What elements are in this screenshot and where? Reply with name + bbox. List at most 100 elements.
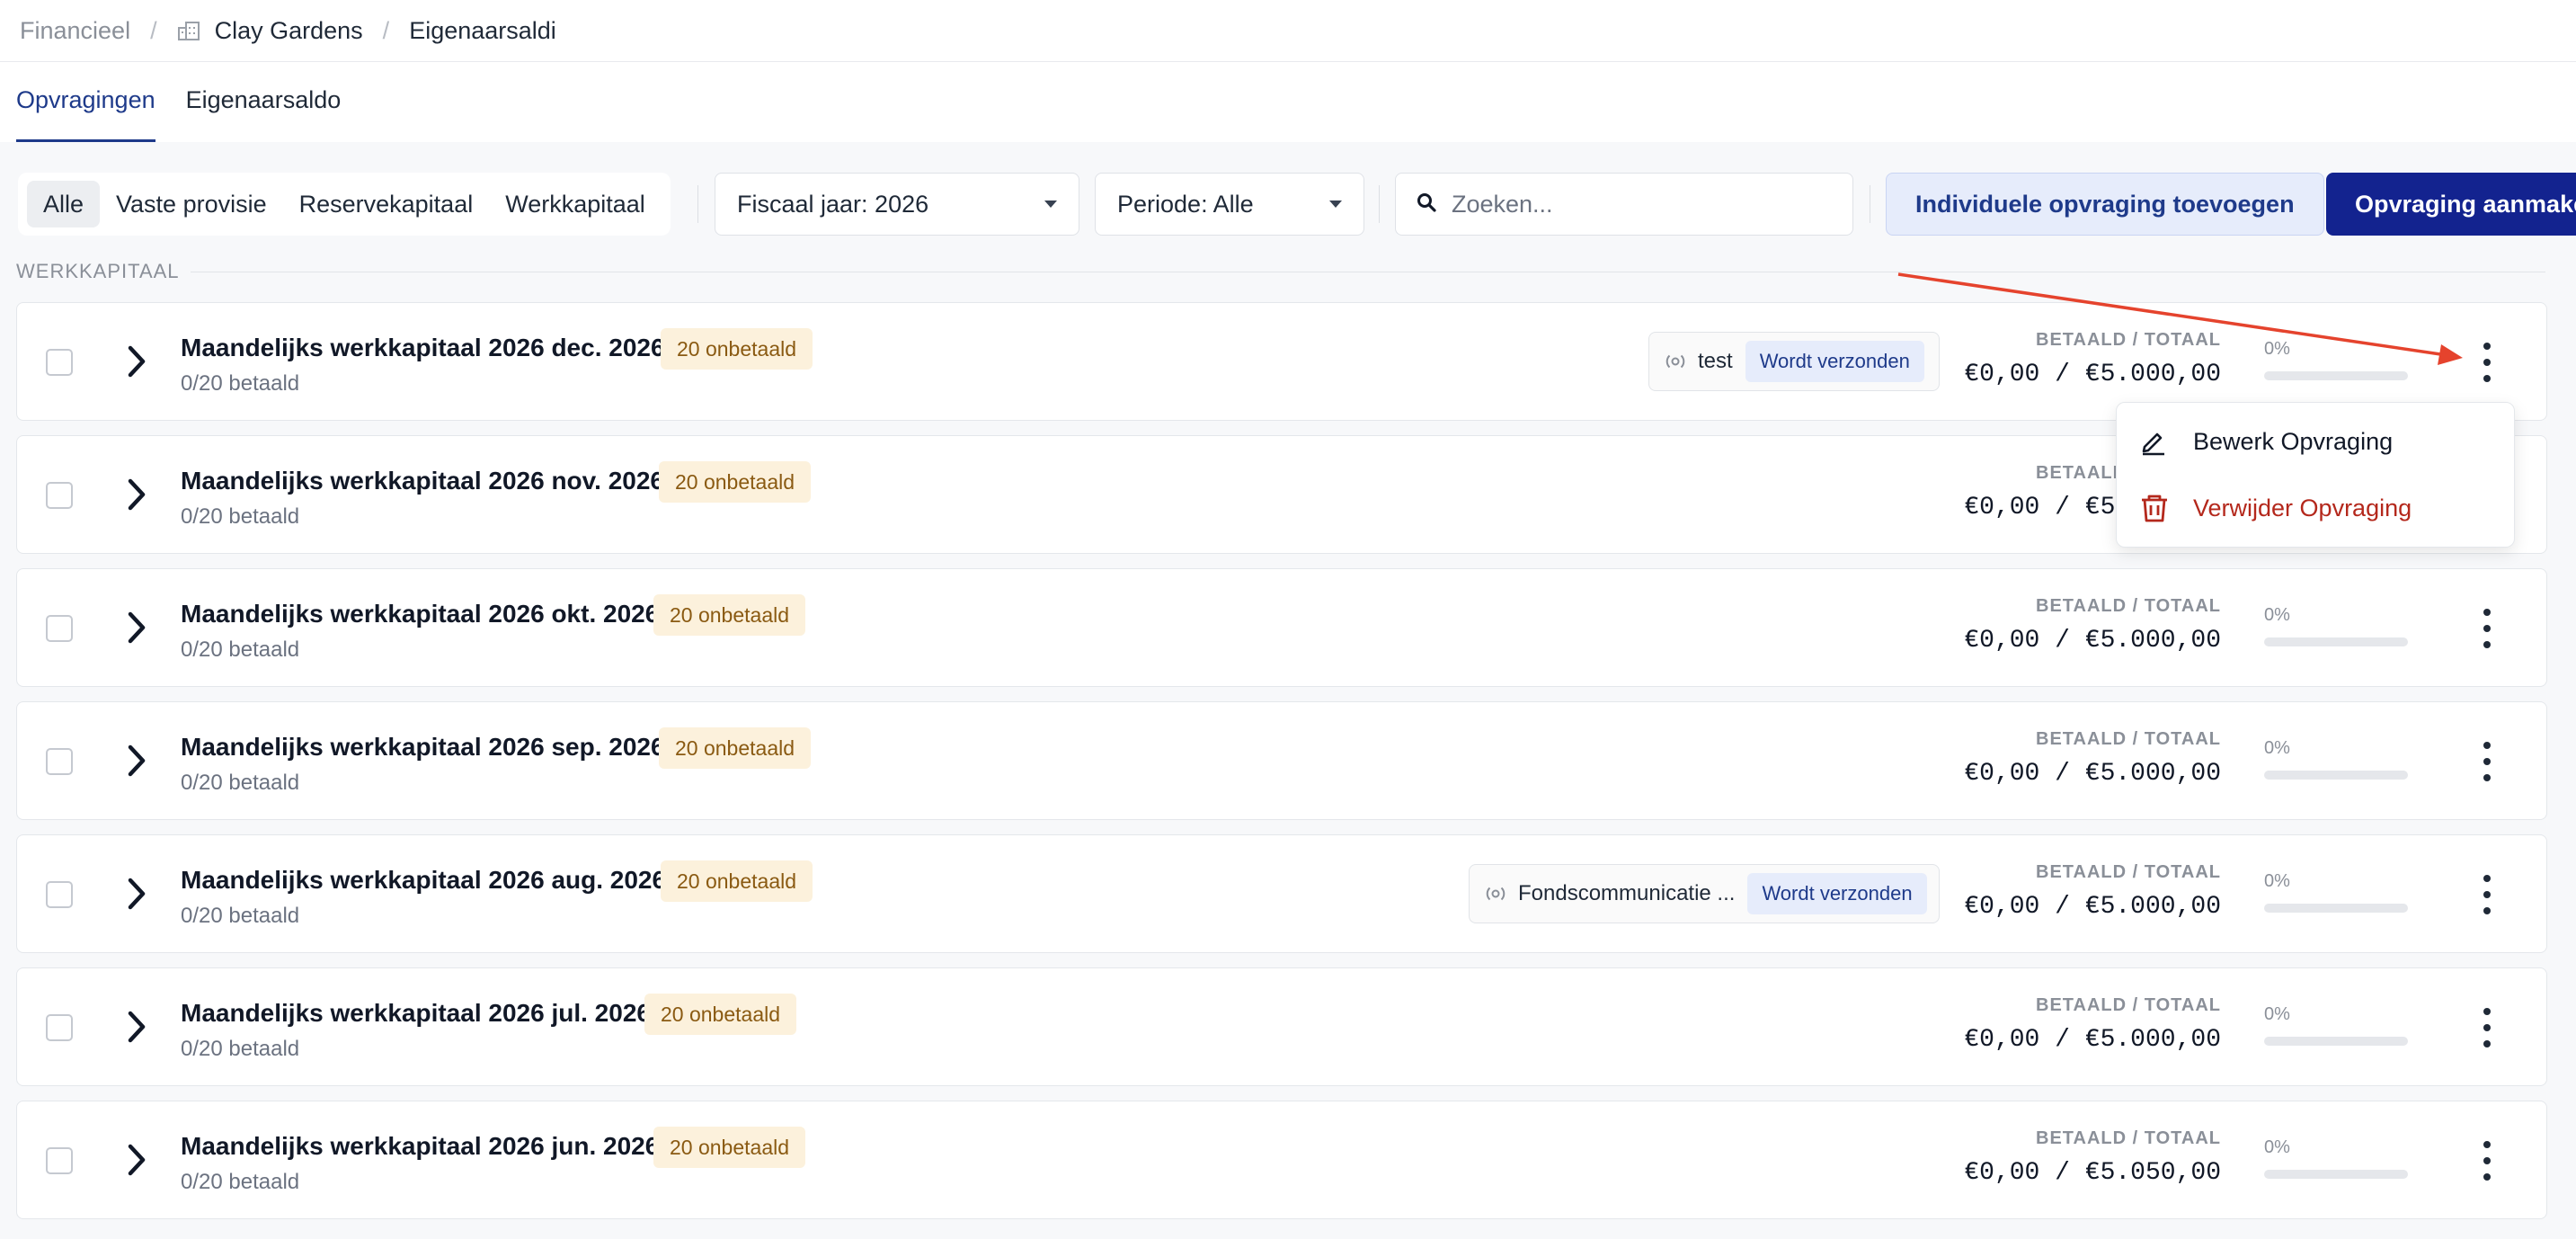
edit-request-menu-item[interactable]: Bewerk Opvraging [2139,419,2393,464]
progress-bar [2264,371,2408,380]
filter-werkkapitaal[interactable]: Werkkapitaal [489,181,662,227]
breadcrumb-financieel[interactable]: Financieel [20,17,130,45]
add-individual-request-button[interactable]: Individuele opvraging toevoegen [1886,173,2324,236]
row-checkbox[interactable] [46,881,73,908]
communication-name: test [1698,349,1733,373]
more-options-icon[interactable] [2476,742,2498,781]
search-input[interactable] [1452,190,1829,218]
row-checkbox[interactable] [46,1014,73,1041]
amount-label: BETAALD / TOTAAL [2036,995,2221,1015]
progress-bar [2264,1170,2408,1179]
sending-status-badge: Wordt verzonden [1745,341,1924,382]
sending-status-badge: Wordt verzonden [1747,873,1927,914]
chevron-right-icon[interactable] [127,611,147,649]
more-options-icon[interactable] [2476,609,2498,648]
progress-bar [2264,637,2408,646]
unpaid-badge: 20 onbetaald [661,860,813,902]
row-checkbox[interactable] [46,1147,73,1174]
create-request-button[interactable]: Opvraging aanmaken [2326,173,2576,236]
tab-opvragingen[interactable]: Opvragingen [16,79,155,142]
progress-bar [2264,771,2408,780]
edit-pencil-icon [2139,427,2175,456]
breadcrumb-separator: / [382,16,390,44]
chevron-right-icon[interactable] [127,744,147,782]
amount-label: BETAALD / TOTAAL [2036,330,2221,350]
more-options-icon[interactable] [2476,1141,2498,1181]
filter-reservekapitaal[interactable]: Reservekapitaal [283,181,490,227]
table-row: Maandelijks werkkapitaal 2026 jul. 2026 … [16,967,2547,1086]
section-title: WERKKAPITAAL [16,260,180,282]
amount-value: €0,00 / €5.000,00 [1964,627,2221,655]
row-paid-count: 0/20 betaald [181,771,300,795]
search-box [1395,173,1853,236]
progress-percent: 0% [2264,339,2290,359]
more-options-icon[interactable] [2476,875,2498,914]
unpaid-badge: 20 onbetaald [661,328,813,370]
chevron-right-icon[interactable] [127,344,147,383]
row-title[interactable]: Maandelijks werkkapitaal 2026 jun. 2026 [181,1132,659,1161]
more-options-icon[interactable] [2476,1008,2498,1047]
amount-value: €0,00 / €5.000,00 [1964,760,2221,788]
tab-eigenaarsaldo[interactable]: Eigenaarsaldo [186,79,342,142]
progress-percent: 0% [2264,738,2290,758]
progress-percent: 0% [2264,605,2290,625]
header-divider [0,61,2576,62]
breadcrumb-property[interactable]: Clay Gardens [215,17,363,45]
unpaid-badge: 20 onbetaald [659,461,812,503]
communication-chip[interactable]: test Wordt verzonden [1648,332,1940,391]
more-options-icon[interactable] [2476,343,2498,382]
row-title[interactable]: Maandelijks werkkapitaal 2026 dec. 2026 [181,334,665,362]
unpaid-badge: 20 onbetaald [659,727,812,769]
edit-request-label: Bewerk Opvraging [2193,427,2394,455]
chevron-right-icon[interactable] [127,1143,147,1181]
communication-name: Fondscommunicatie ... [1518,881,1736,905]
toolbar-divider [1379,185,1380,223]
amount-value: €0,00 / €5.050,00 [1964,1159,2221,1187]
fiscal-year-value: Fiscaal jaar: 2026 [737,190,929,218]
row-checkbox[interactable] [46,349,73,376]
caret-down-icon [1044,201,1057,208]
table-row: Maandelijks werkkapitaal 2026 sep. 2026 … [16,701,2547,820]
search-icon [1416,192,1437,218]
row-paid-count: 0/20 betaald [181,1037,300,1061]
row-paid-count: 0/20 betaald [181,904,300,928]
row-checkbox[interactable] [46,748,73,775]
amount-value: €0,00 / €5.000,00 [1964,361,2221,388]
row-title[interactable]: Maandelijks werkkapitaal 2026 okt. 2026 [181,600,659,628]
broadcast-icon [1482,880,1509,907]
delete-request-label: Verwijder Opvraging [2193,494,2412,521]
caret-down-icon [1329,201,1342,208]
amount-label: BETAALD / TOTAAL [2036,1128,2221,1148]
chevron-right-icon[interactable] [127,877,147,915]
row-title[interactable]: Maandelijks werkkapitaal 2026 nov. 2026 [181,467,664,495]
breadcrumb: Financieel / Clay Gardens / Eigenaarsald… [20,0,556,61]
table-row: Maandelijks werkkapitaal 2026 aug. 2026 … [16,834,2547,953]
unpaid-badge: 20 onbetaald [653,1127,806,1168]
row-paid-count: 0/20 betaald [181,1170,300,1194]
chevron-right-icon[interactable] [127,477,147,516]
amount-value: €0,00 / €5.000,00 [1964,1026,2221,1054]
progress-bar [2264,904,2408,913]
type-filter-segmented: Alle Vaste provisie Reservekapitaal Werk… [18,173,671,236]
communication-chip[interactable]: Fondscommunicatie ... Wordt verzonden [1469,864,1940,923]
row-title[interactable]: Maandelijks werkkapitaal 2026 aug. 2026 [181,866,666,895]
row-checkbox[interactable] [46,615,73,642]
progress-percent: 0% [2264,1004,2290,1024]
building-icon [177,20,200,41]
row-paid-count: 0/20 betaald [181,637,300,662]
period-select[interactable]: Periode: Alle [1095,173,1364,236]
row-title[interactable]: Maandelijks werkkapitaal 2026 sep. 2026 [181,733,665,762]
chevron-right-icon[interactable] [127,1010,147,1048]
amount-label: BETAALD / TOTAAL [2036,862,2221,882]
unpaid-badge: 20 onbetaald [653,594,806,636]
tab-bar: Opvragingen Eigenaarsaldo [16,79,371,142]
amount-label: BETAALD / TOTAAL [2036,596,2221,616]
filter-vaste-provisie[interactable]: Vaste provisie [100,181,283,227]
row-checkbox[interactable] [46,482,73,509]
toolbar-divider [697,185,698,223]
broadcast-icon [1662,348,1689,375]
filter-alle[interactable]: Alle [27,181,101,227]
row-title[interactable]: Maandelijks werkkapitaal 2026 jul. 2026 [181,999,651,1028]
fiscal-year-select[interactable]: Fiscaal jaar: 2026 [715,173,1079,236]
delete-request-menu-item[interactable]: Verwijder Opvraging [2139,486,2412,530]
